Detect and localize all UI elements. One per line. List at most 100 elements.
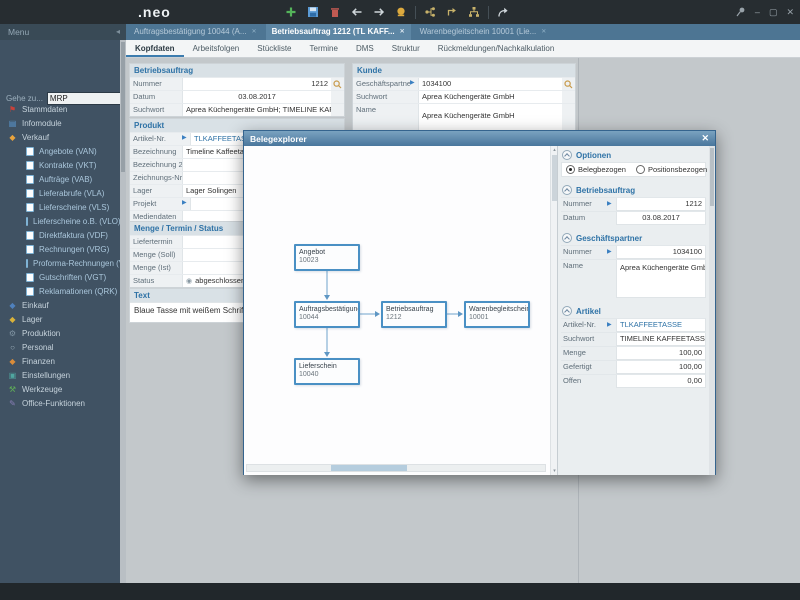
link-arrow-icon[interactable]: ▶ xyxy=(182,198,190,210)
kunde-suchwort-value[interactable]: Aprea Küchengeräte GmbH xyxy=(418,91,562,103)
flow-node-auftragsbestaetigung[interactable]: Auftragsbestätigung 10044 xyxy=(294,301,360,328)
canvas-vertical-scrollbar[interactable]: ▴ ▾ xyxy=(550,146,557,475)
sidebar-item-proforma-rechnungen[interactable]: Proforma-Rechnungen (VPR) xyxy=(0,256,120,270)
artikel-header[interactable]: Artikel xyxy=(558,302,709,318)
share-icon[interactable] xyxy=(495,4,511,20)
sidebar-item-personal[interactable]: ○Personal xyxy=(0,340,120,354)
minimize-icon[interactable]: – xyxy=(755,7,760,17)
geschaeftspartner-header[interactable]: Geschäftspartner xyxy=(558,229,709,245)
save-icon[interactable] xyxy=(305,4,321,20)
pin-icon[interactable] xyxy=(735,6,746,19)
scrollbar-thumb[interactable] xyxy=(121,42,125,172)
sidebar-item-angebote[interactable]: Angebote (VAN) xyxy=(0,144,120,158)
sidebar-item-reklamationen[interactable]: Reklamationen (QRK) xyxy=(0,284,120,298)
back-icon[interactable] xyxy=(349,4,365,20)
link-arrow-icon[interactable]: ▶ xyxy=(182,133,190,145)
subtab-stueckliste[interactable]: Stückliste xyxy=(248,40,300,57)
menu-collapse-icon[interactable]: ◂ xyxy=(116,24,120,40)
collapse-icon[interactable] xyxy=(562,306,572,316)
app-logo: .neo xyxy=(138,0,171,24)
close-icon[interactable]: ✕ xyxy=(786,7,794,18)
radio-belegbezogen[interactable]: Belegbezogen xyxy=(566,165,626,174)
sidebar-item-werkzeuge[interactable]: ⚒Werkzeuge xyxy=(0,382,120,396)
add-icon[interactable] xyxy=(283,4,299,20)
sidebar-item-infomodule[interactable]: ▤Infomodule xyxy=(0,116,120,130)
subtab-kopfdaten[interactable]: Kopfdaten xyxy=(126,40,184,57)
sidebar-item-rechnungen[interactable]: Rechnungen (VRG) xyxy=(0,242,120,256)
sidebar-item-einkauf[interactable]: ◆Einkauf xyxy=(0,298,120,312)
tab-close-icon[interactable]: ✕ xyxy=(541,24,546,40)
tab-close-icon[interactable]: ✕ xyxy=(252,24,257,40)
art-nr-value[interactable]: TLKAFFEETASSE xyxy=(616,319,706,332)
sidebar-item-lager[interactable]: ◆Lager xyxy=(0,312,120,326)
sitemap-icon[interactable] xyxy=(466,4,482,20)
delete-icon[interactable] xyxy=(327,4,343,20)
subtab-dms[interactable]: DMS xyxy=(347,40,383,57)
tab-auftragsbestaetigung[interactable]: Auftragsbestätigung 10044 (A... ✕ xyxy=(128,24,263,40)
tab-betriebsauftrag[interactable]: Betriebsauftrag 1212 (TL KAFF... ✕ xyxy=(266,24,411,40)
sidebar-item-lieferscheine[interactable]: Lieferscheine (VLS) xyxy=(0,200,120,214)
flow-node-angebot[interactable]: Angebot 10023 xyxy=(294,244,360,271)
flow-node-lieferschein[interactable]: Lieferschein 10040 xyxy=(294,358,360,385)
sidebar-item-einstellungen[interactable]: ▣Einstellungen xyxy=(0,368,120,382)
suchwort-value[interactable]: Aprea Küchengeräte GmbH; TIMELINE KAFFEE xyxy=(182,104,331,116)
sidebar-item-verkauf[interactable]: ◆Verkauf xyxy=(0,130,120,144)
art-gefertigt-value[interactable]: 100,00 xyxy=(616,361,706,374)
subtab-struktur[interactable]: Struktur xyxy=(383,40,429,57)
art-offen-value[interactable]: 0,00 xyxy=(616,375,706,388)
gp-nummer-value[interactable]: 1034100 xyxy=(616,246,706,259)
ba-nummer-value[interactable]: 1212 xyxy=(616,198,706,211)
link-arrow-icon[interactable]: ▶ xyxy=(607,319,616,332)
sidebar-item-lieferabrufe[interactable]: Lieferabrufe (VLA) xyxy=(0,186,120,200)
collapse-icon[interactable] xyxy=(562,233,572,243)
tab-close-icon[interactable]: ✕ xyxy=(400,24,405,40)
dialog-close-icon[interactable]: ✕ xyxy=(701,133,715,144)
notifications-icon[interactable] xyxy=(393,4,409,20)
link-arrow-icon[interactable]: ▶ xyxy=(607,198,616,211)
link-arrow-icon[interactable]: ▶ xyxy=(607,246,616,259)
collapse-icon[interactable] xyxy=(562,150,572,160)
subtab-arbeitsfolgen[interactable]: Arbeitsfolgen xyxy=(184,40,249,57)
radio-positionsbezogen[interactable]: Positionsbezogen xyxy=(636,165,707,174)
canvas-horizontal-scrollbar[interactable] xyxy=(246,464,546,472)
collapse-icon[interactable] xyxy=(562,185,572,195)
art-suchwort-value[interactable]: TIMELINE KAFFEETASSE xyxy=(616,333,706,346)
subtab-rueckmeldungen[interactable]: Rückmeldungen/Nachkalkulation xyxy=(429,40,564,57)
sidebar-item-auftraege[interactable]: Aufträge (VAB) xyxy=(0,172,120,186)
dialog-titlebar[interactable]: Belegexplorer ✕ xyxy=(244,131,715,146)
sidebar-item-stammdaten[interactable]: ⚑Stammdaten xyxy=(0,102,120,116)
maximize-icon[interactable]: ▢ xyxy=(769,7,778,18)
art-menge-value[interactable]: 100,00 xyxy=(616,347,706,360)
link-arrow-icon[interactable]: ▶ xyxy=(410,78,418,90)
ba-datum-value[interactable]: 03.08.2017 xyxy=(616,212,706,225)
sidebar-item-office-funktionen[interactable]: ✎Office-Funktionen xyxy=(0,396,120,410)
geschaeftspartner-value[interactable]: 1034100 xyxy=(418,78,562,90)
optionen-header[interactable]: Optionen xyxy=(558,146,709,162)
scrollbar-thumb[interactable] xyxy=(710,148,714,206)
search-icon[interactable] xyxy=(562,78,575,90)
betriebsauftrag-header[interactable]: Betriebsauftrag xyxy=(558,181,709,197)
search-icon[interactable] xyxy=(331,78,344,90)
flow-node-warenbegleitschein[interactable]: Warenbegleitschein 10001 xyxy=(464,301,530,328)
workflow-branch-icon[interactable] xyxy=(422,4,438,20)
menu-panel-header[interactable]: Menu ◂ xyxy=(0,24,126,40)
tab-warenbegleitschein[interactable]: Warenbegleitschein 10001 (Lie... ✕ xyxy=(414,24,553,40)
sidebar-item-finanzen[interactable]: ◆Finanzen xyxy=(0,354,120,368)
forward-icon[interactable] xyxy=(371,4,387,20)
panel-scrollbar[interactable] xyxy=(709,146,715,475)
redo-icon[interactable] xyxy=(444,4,460,20)
datum-value[interactable]: 03.08.2017 xyxy=(182,91,331,103)
nummer-value[interactable]: 1212 xyxy=(182,78,331,90)
sidebar-item-produktion[interactable]: ⚙Produktion xyxy=(0,326,120,340)
tab-label: Auftragsbestätigung 10044 (A... xyxy=(134,24,247,40)
sidebar-item-lieferscheine-ob[interactable]: Lieferscheine o.B. (VLO) xyxy=(0,214,120,228)
kunde-name-value[interactable]: Aprea Küchengeräte GmbH xyxy=(418,104,562,130)
scrollbar-thumb[interactable] xyxy=(331,465,407,471)
sidebar-item-kontrakte[interactable]: Kontrakte (VKT) xyxy=(0,158,120,172)
sidebar-item-direktfaktura[interactable]: Direktfaktura (VDF) xyxy=(0,228,120,242)
flow-node-betriebsauftrag[interactable]: Betriebsauftrag 1212 xyxy=(381,301,447,328)
gp-name-value[interactable]: Aprea Küchengeräte GmbH xyxy=(616,260,706,298)
document-flow-canvas[interactable]: Angebot 10023 Auftragsbestätigung 10044 … xyxy=(244,146,550,475)
sidebar-item-gutschriften[interactable]: Gutschriften (VGT) xyxy=(0,270,120,284)
subtab-termine[interactable]: Termine xyxy=(301,40,347,57)
